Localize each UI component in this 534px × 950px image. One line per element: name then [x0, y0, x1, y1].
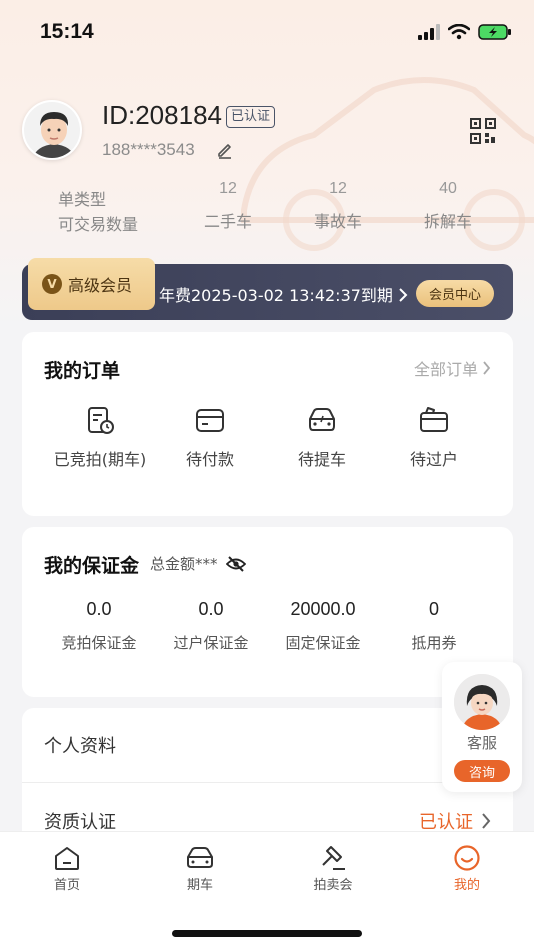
- verified-badge: 已认证: [226, 106, 276, 128]
- status-icons: [418, 24, 512, 40]
- deposit-value: 20000.0: [290, 599, 356, 619]
- chevron-right-icon: [399, 288, 408, 302]
- tab-label: 首页: [53, 878, 80, 893]
- smile-icon: [454, 845, 480, 871]
- vip-expiry-text: 年费2025-03-02 13:42:37到期: [159, 282, 408, 306]
- battery-charging-icon: [478, 24, 511, 40]
- tab-label: 我的: [453, 878, 480, 893]
- menu-item-label: 资质认证: [44, 812, 116, 833]
- consult-button[interactable]: 咨询: [454, 760, 510, 782]
- stat-label: 事故车: [313, 212, 362, 231]
- qualification-status: 已认证: [419, 808, 491, 834]
- tab-label: 拍卖会: [313, 878, 353, 893]
- tab-period-car[interactable]: 期车: [145, 844, 255, 893]
- member-center-button[interactable]: 会员中心: [416, 280, 494, 307]
- deposit-value: 0.0: [86, 599, 112, 619]
- edit-icon[interactable]: [216, 141, 234, 159]
- deposit-voucher[interactable]: 0 抵用券: [379, 599, 489, 653]
- car-icon: [187, 847, 213, 868]
- stat-label: 二手车: [203, 212, 252, 231]
- signal-icon: [418, 24, 440, 40]
- cs-label: 客服: [466, 734, 497, 752]
- deposit-transfer[interactable]: 0.0 过户保证金: [156, 599, 266, 653]
- stat-count: 12: [219, 180, 237, 197]
- menu-item-label: 个人资料: [44, 736, 116, 757]
- menu-item-personal-info[interactable]: 个人资料: [44, 708, 491, 782]
- all-orders-link[interactable]: 全部订单: [414, 356, 491, 380]
- cs-avatar: [454, 674, 510, 730]
- status-time: 15:14: [40, 20, 94, 43]
- qualification-status-label: 已认证: [419, 812, 473, 833]
- stat-label: 拆解车: [423, 212, 472, 231]
- wifi-icon: [448, 24, 470, 40]
- stat-accident-car[interactable]: 12 事故车: [288, 180, 388, 232]
- vip-level-label: 高级会员: [68, 276, 133, 295]
- deposit-total: 总金额***: [150, 553, 246, 574]
- deposit-total-label: 总金额***: [150, 555, 218, 573]
- home-indicator: [172, 930, 362, 937]
- deposit-label: 竞拍保证金: [61, 634, 137, 652]
- settings-menu: 个人资料 资质认证 已认证: [22, 708, 513, 838]
- stat-count: 40: [439, 180, 457, 197]
- auction-clock-icon: [88, 407, 114, 434]
- stats-type-label: 单类型: [58, 190, 107, 209]
- order-auctioned[interactable]: 已竞拍(期车): [40, 404, 160, 470]
- car-icon: [309, 408, 335, 431]
- tab-label: 期车: [186, 878, 213, 893]
- customer-service-agent-icon: [454, 674, 510, 730]
- order-label: 待提车: [297, 450, 346, 469]
- deposit-fixed[interactable]: 20000.0 固定保证金: [268, 599, 378, 653]
- home-icon: [55, 847, 79, 870]
- chevron-right-icon: [482, 813, 491, 829]
- status-bar: 15:14: [0, 0, 534, 66]
- gavel-icon: [322, 846, 345, 870]
- deposit-label: 抵用券: [411, 634, 457, 652]
- divider: [22, 782, 513, 783]
- tab-mine[interactable]: 我的: [412, 844, 522, 893]
- eye-hidden-icon[interactable]: [225, 555, 246, 572]
- deposit-value: 0.0: [198, 599, 224, 619]
- user-id: ID:208184: [102, 100, 222, 130]
- my-orders-card: 我的订单 全部订单 已竞拍(期车) 待付款 待提车 待过户: [22, 332, 513, 516]
- stat-scrap-car[interactable]: 40 拆解车: [398, 180, 498, 232]
- avatar[interactable]: [22, 100, 82, 160]
- deposit-title: 我的保证金: [44, 555, 140, 577]
- stat-count: 12: [329, 180, 347, 197]
- order-label: 已竞拍(期车): [53, 450, 147, 469]
- my-deposit-card: 我的保证金 总金额*** 0.0 竞拍保证金 0.0 过户保证金 20000.0…: [22, 527, 513, 697]
- vip-coin-icon: V: [42, 274, 62, 294]
- all-orders-label: 全部订单: [413, 360, 478, 379]
- vip-tag: V 高级会员: [28, 258, 155, 310]
- tab-auction[interactable]: 拍卖会: [278, 844, 388, 893]
- orders-title: 我的订单: [44, 360, 121, 382]
- qr-code-icon[interactable]: [470, 118, 496, 144]
- order-pending-transfer[interactable]: 待过户: [374, 404, 494, 470]
- customer-service-widget[interactable]: 客服 咨询: [442, 662, 522, 792]
- deposit-label: 固定保证金: [285, 634, 361, 652]
- order-label: 待过户: [409, 450, 458, 469]
- stats-quantity-label: 可交易数量: [58, 215, 139, 234]
- transfer-doc-icon: [420, 407, 448, 432]
- order-pending-pickup[interactable]: 待提车: [262, 404, 382, 470]
- deposit-label: 过户保证金: [173, 634, 249, 652]
- order-pending-payment[interactable]: 待付款: [150, 404, 270, 470]
- tab-home[interactable]: 首页: [12, 844, 122, 893]
- vip-expiry-value: 年费2025-03-02 13:42:37到期: [159, 286, 393, 305]
- deposit-auction[interactable]: 0.0 竞拍保证金: [44, 599, 154, 653]
- chevron-right-icon: [483, 361, 491, 375]
- order-label: 待付款: [185, 450, 234, 469]
- stat-used-car[interactable]: 12 二手车: [178, 180, 278, 232]
- deposit-value: 0: [428, 599, 439, 619]
- phone-number: 188****3543: [102, 140, 195, 159]
- wallet-icon: [196, 409, 224, 432]
